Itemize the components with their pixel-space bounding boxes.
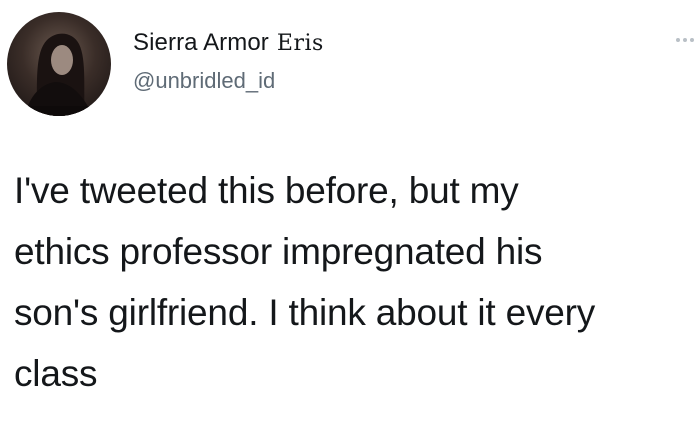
user-handle[interactable]: @unbridled_id xyxy=(133,68,324,94)
avatar[interactable] xyxy=(7,12,111,116)
display-name[interactable]: Sierra Armor xyxy=(133,29,269,57)
more-dot xyxy=(690,38,694,42)
display-name-row: Sierra Armor Eris xyxy=(133,28,324,58)
profile-photo-icon xyxy=(7,33,111,116)
name-suffix: Eris xyxy=(276,30,324,56)
more-options-icon[interactable] xyxy=(676,38,694,42)
tweet-header: Sierra Armor Eris @unbridled_id xyxy=(133,28,324,94)
more-dot xyxy=(683,38,687,42)
more-dot xyxy=(676,38,680,42)
tweet-text: I've tweeted this before, but my ethics … xyxy=(14,170,596,394)
tweet-card: Sierra Armor Eris @unbridled_id I've twe… xyxy=(0,0,700,422)
